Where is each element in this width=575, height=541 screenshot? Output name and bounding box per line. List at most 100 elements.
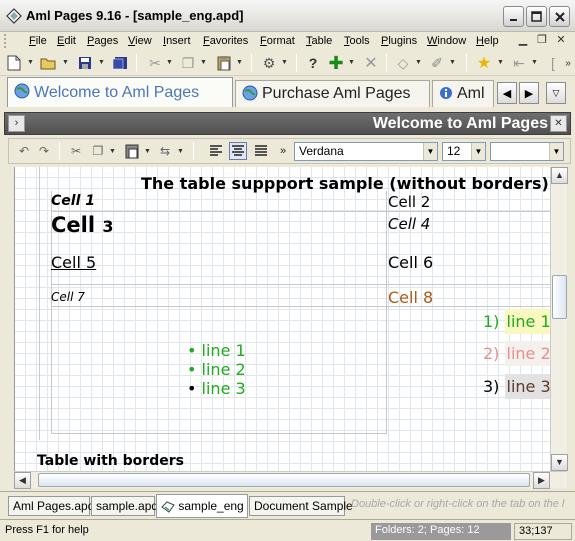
scroll-down-icon[interactable]: ▼ xyxy=(551,454,568,471)
document-editor[interactable]: The table suppport sample (without borde… xyxy=(14,167,550,471)
add-dropdown-icon[interactable]: ▼ xyxy=(348,59,355,66)
menu-favorites[interactable]: Favorites xyxy=(199,33,252,49)
menu-view[interactable]: View xyxy=(124,33,156,49)
new-page-icon[interactable] xyxy=(4,53,24,73)
doc-tab-sample[interactable]: sample.apd xyxy=(91,496,158,516)
menu-table[interactable]: Table xyxy=(302,33,336,49)
new-dropdown-icon[interactable]: ▼ xyxy=(27,59,34,66)
list-text: line 2 xyxy=(504,341,550,366)
menu-format[interactable]: Format xyxy=(256,33,299,49)
menu-file[interactable]: File xyxy=(25,33,51,49)
font-size-select[interactable]: 12 ▼ xyxy=(442,142,486,161)
menu-bar: File Edit Pages View Insert Favorites Fo… xyxy=(0,32,575,50)
horizontal-scrollbar[interactable]: ◀ ▶ xyxy=(14,471,567,489)
back-icon[interactable]: ⇤ xyxy=(509,53,529,73)
back-dropdown-icon[interactable]: ▼ xyxy=(531,59,538,66)
tab-aml[interactable]: Aml xyxy=(432,80,494,107)
table-guide-line xyxy=(386,191,387,433)
font-size-value: 12 xyxy=(447,144,461,158)
doc-tab-aml-pages[interactable]: Aml Pages.apd xyxy=(8,496,94,516)
style-select[interactable]: ▼ xyxy=(490,142,564,161)
minimize-button[interactable] xyxy=(503,6,524,27)
save-icon[interactable] xyxy=(75,53,95,73)
tabs-list-button[interactable]: ▽ xyxy=(546,82,566,104)
tag-dropdown-icon[interactable]: ▼ xyxy=(415,59,422,66)
paste-icon[interactable] xyxy=(123,142,141,160)
font-select[interactable]: Verdana ▼ xyxy=(294,142,438,161)
table-title: The table suppport sample (without borde… xyxy=(141,174,549,193)
vertical-scrollbar[interactable]: ▲ ▼ xyxy=(550,167,568,471)
favorite-star-icon[interactable]: ★ xyxy=(474,53,494,73)
list-text: line 3 xyxy=(504,374,550,399)
horizontal-scroll-thumb[interactable] xyxy=(38,473,530,487)
undo-icon[interactable]: ↶ xyxy=(15,142,33,160)
save-all-icon[interactable] xyxy=(110,53,130,73)
menu-tools[interactable]: Tools xyxy=(340,33,374,49)
delete-icon[interactable]: ✕ xyxy=(361,53,381,73)
tabs-prev-button[interactable]: ◀ xyxy=(497,82,517,104)
toolbar-separator xyxy=(251,54,252,72)
document-tabs: Aml Pages.apd sample.apd sample_eng Docu… xyxy=(0,491,575,519)
paste-icon[interactable] xyxy=(214,53,234,73)
menu-insert[interactable]: Insert xyxy=(159,33,195,49)
menu-edit[interactable]: Edit xyxy=(53,33,80,49)
close-button[interactable] xyxy=(549,6,570,27)
print-dropdown-icon[interactable]: ▼ xyxy=(281,59,288,66)
numbered-item: 3) line 3 xyxy=(483,374,550,399)
tag-icon[interactable]: ◇ xyxy=(393,53,413,73)
scroll-up-icon[interactable]: ▲ xyxy=(551,167,568,184)
format-overflow-icon[interactable]: » xyxy=(274,142,292,160)
table-guide-line xyxy=(39,167,40,440)
toolbar-separator xyxy=(59,142,60,160)
tab-label: Aml xyxy=(457,85,485,102)
align-left-icon[interactable] xyxy=(207,142,225,160)
redo-icon[interactable]: ↷ xyxy=(35,142,53,160)
cut-icon[interactable]: ✂ xyxy=(67,142,85,160)
mdi-minimize-icon[interactable]: ▁ xyxy=(515,34,531,48)
open-dropdown-icon[interactable]: ▼ xyxy=(62,59,69,66)
doc-tab-document-sample[interactable]: Document Sample xyxy=(249,496,353,516)
paste-special-icon[interactable]: ⇆ xyxy=(156,142,174,160)
doc-tab-sample-eng[interactable]: sample_eng xyxy=(156,494,248,518)
maximize-button[interactable] xyxy=(526,6,547,27)
paste-special-dropdown-icon[interactable]: ▼ xyxy=(177,148,184,155)
tab-welcome[interactable]: Welcome to Aml Pages xyxy=(7,77,233,107)
save-dropdown-icon[interactable]: ▼ xyxy=(98,59,105,66)
copy-dropdown-icon[interactable]: ▼ xyxy=(109,148,116,155)
cell-2: Cell 2 xyxy=(388,193,431,211)
bullet-item: • line 2 xyxy=(187,360,246,379)
bullet-item: • line 1 xyxy=(187,341,246,360)
copy-icon[interactable]: ❐ xyxy=(89,142,107,160)
dropper-dropdown-icon[interactable]: ▼ xyxy=(449,59,456,66)
mdi-restore-icon[interactable]: ❐ xyxy=(534,34,550,48)
close-page-icon[interactable]: ✕ xyxy=(550,115,567,132)
menu-help[interactable]: Help xyxy=(472,33,503,49)
collapse-panel-icon[interactable]: › xyxy=(8,115,25,132)
align-justify-icon[interactable] xyxy=(252,142,270,160)
help-icon[interactable]: ? xyxy=(303,53,323,73)
vertical-scroll-thumb[interactable] xyxy=(552,275,567,319)
cut-icon[interactable]: ✂ xyxy=(145,53,165,73)
paste-dropdown-icon[interactable]: ▼ xyxy=(236,59,243,66)
menu-window[interactable]: Window xyxy=(423,33,470,49)
tabs-next-button[interactable]: ▶ xyxy=(519,82,539,104)
copy-icon[interactable]: ❐ xyxy=(178,53,198,73)
tab-purchase[interactable]: Purchase Aml Pages xyxy=(235,80,430,107)
scroll-right-icon[interactable]: ▶ xyxy=(533,472,550,489)
copy-dropdown-icon[interactable]: ▼ xyxy=(200,59,207,66)
print-icon[interactable]: ⚙ xyxy=(259,53,279,73)
scroll-left-icon[interactable]: ◀ xyxy=(14,472,31,489)
add-icon[interactable]: ✚ xyxy=(326,53,346,73)
table-guide-line xyxy=(51,284,550,285)
dropper-icon[interactable]: ✐ xyxy=(427,53,447,73)
paste-dropdown-icon[interactable]: ▼ xyxy=(144,148,151,155)
favorite-dropdown-icon[interactable]: ▼ xyxy=(497,59,504,66)
mdi-close-icon[interactable]: ✕ xyxy=(553,34,569,48)
cut-dropdown-icon[interactable]: ▼ xyxy=(166,59,173,66)
menu-pages[interactable]: Pages xyxy=(83,33,122,49)
open-icon[interactable] xyxy=(39,53,59,73)
align-center-icon[interactable] xyxy=(229,142,247,160)
menu-grip[interactable] xyxy=(4,34,8,48)
menu-plugins[interactable]: Plugins xyxy=(377,33,421,49)
toolbar-overflow-icon[interactable]: » xyxy=(558,53,575,73)
